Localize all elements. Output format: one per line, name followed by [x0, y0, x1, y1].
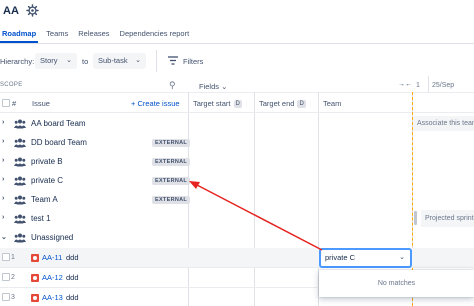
annotation-arrow: [189, 181, 323, 251]
